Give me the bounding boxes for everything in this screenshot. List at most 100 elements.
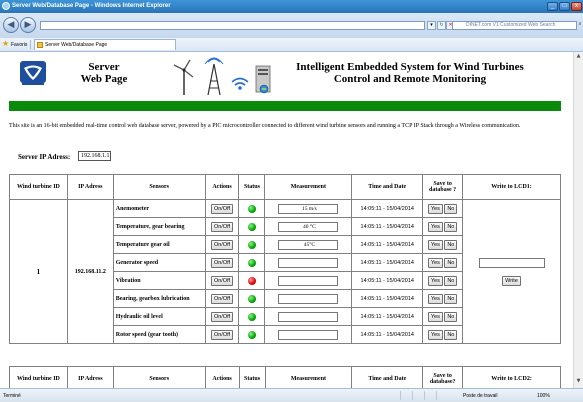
time-date: 14:05:11 - 15/04/2014 bbox=[351, 289, 424, 308]
status-indicator-icon bbox=[247, 240, 256, 249]
column-header: Actions bbox=[204, 174, 240, 200]
yes-button[interactable]: Yes bbox=[427, 293, 443, 304]
no-button[interactable]: No bbox=[444, 203, 458, 214]
column-header: Time and Date bbox=[351, 366, 424, 388]
minimize-button[interactable]: _ bbox=[547, 2, 558, 11]
maximize-button[interactable]: □ bbox=[559, 2, 570, 11]
on-off-button[interactable]: On/Off bbox=[210, 257, 234, 268]
on-off-button[interactable]: On/Off bbox=[210, 329, 234, 340]
address-toolbar: ◀ ▶ ▾ ↻ ✕ DINET.com V1 Customized Web Se… bbox=[0, 13, 583, 38]
measurement-field[interactable] bbox=[278, 329, 339, 340]
on-off-button[interactable]: On/Off bbox=[210, 221, 234, 232]
scroll-up-icon[interactable]: ▲ bbox=[575, 53, 582, 61]
measurement-field[interactable]: 45°C bbox=[278, 239, 339, 250]
internet-explorer-icon bbox=[2, 2, 10, 10]
no-button[interactable]: No bbox=[444, 329, 458, 340]
security-zone: Poste de travail bbox=[463, 393, 498, 399]
column-header: Measurement bbox=[264, 366, 353, 388]
main-title: Intelligent Embedded System for Wind Tur… bbox=[296, 61, 524, 85]
sensor-name: Generator speed bbox=[112, 253, 206, 272]
forward-arrow-icon[interactable]: ▶ bbox=[20, 17, 36, 33]
time-date: 14:05:11 - 15/04/2014 bbox=[351, 325, 424, 344]
measurement-field[interactable]: 40 °C bbox=[278, 221, 339, 232]
column-header: Write to LCD2: bbox=[462, 366, 561, 388]
browser-tab[interactable]: Server Web/Database Page bbox=[34, 39, 176, 50]
browser-tab-label: Server Web/Database Page bbox=[45, 42, 108, 48]
status-indicator-icon bbox=[247, 258, 256, 267]
page-icon bbox=[37, 42, 43, 48]
page-content: Server Web Page Intelligent Embedded Sys… bbox=[0, 52, 573, 388]
column-header: Time and Date bbox=[351, 174, 424, 200]
scroll-down-icon[interactable]: ▼ bbox=[575, 378, 582, 386]
time-date: 14:05:11 - 15/04/2014 bbox=[351, 307, 424, 326]
favorites-bar: ★ Favoris Server Web/Database Page bbox=[0, 38, 583, 52]
column-header: Save to database? bbox=[422, 366, 464, 388]
divider bbox=[30, 40, 31, 49]
close-button[interactable]: x bbox=[571, 2, 582, 11]
table-header-row: Wind turbine ID IP Adress Sensors Action… bbox=[9, 174, 561, 200]
lcd-text-input[interactable] bbox=[478, 257, 545, 268]
measurement-field[interactable]: 15 m/s bbox=[278, 203, 339, 214]
column-header: Wind turbine ID bbox=[9, 366, 68, 388]
no-button[interactable]: No bbox=[444, 257, 458, 268]
measurement-field[interactable] bbox=[278, 275, 339, 286]
status-cell bbox=[400, 391, 411, 400]
write-button[interactable]: Write bbox=[502, 275, 521, 286]
dropdown-icon[interactable]: ▾ bbox=[427, 21, 436, 30]
zoom-level[interactable]: 100% bbox=[537, 393, 550, 399]
search-icon[interactable]: ⌕ bbox=[577, 21, 583, 30]
url-input[interactable] bbox=[40, 21, 425, 30]
status-cell bbox=[412, 391, 423, 400]
measurement-field[interactable] bbox=[278, 257, 339, 268]
measurement-field[interactable] bbox=[278, 311, 339, 322]
no-button[interactable]: No bbox=[444, 239, 458, 250]
sensor-name: Anemometer bbox=[112, 199, 206, 218]
wind-turbine-table-1: Wind turbine ID IP Adress Sensors Action… bbox=[9, 174, 561, 344]
on-off-button[interactable]: On/Off bbox=[210, 311, 234, 322]
table-row: 1 192.168.11.2 Anemometer On/Off 15 m/s 14:05… bbox=[9, 199, 561, 344]
yes-button[interactable]: Yes bbox=[427, 257, 443, 268]
server-ip-field[interactable]: 192.168.1.1 bbox=[78, 151, 111, 161]
yes-button[interactable]: Yes bbox=[427, 311, 443, 322]
turbine-ip: 192.168.11.2 bbox=[66, 199, 114, 344]
measurement-field[interactable] bbox=[278, 293, 339, 304]
favorites-star-icon[interactable]: ★ bbox=[2, 40, 9, 48]
refresh-icon[interactable]: ↻ bbox=[437, 21, 446, 30]
status-indicator-icon bbox=[247, 294, 256, 303]
sensor-name: Vibration bbox=[112, 271, 206, 290]
column-header: Sensors bbox=[112, 174, 206, 200]
yes-button[interactable]: Yes bbox=[427, 275, 443, 286]
yes-button[interactable]: Yes bbox=[427, 239, 443, 250]
time-date: 14:05:11 - 15/04/2014 bbox=[351, 199, 424, 218]
server-ip-label: Server IP Adress: bbox=[18, 153, 71, 161]
on-off-button[interactable]: On/Off bbox=[210, 293, 234, 304]
on-off-button[interactable]: On/Off bbox=[210, 203, 234, 214]
on-off-button[interactable]: On/Off bbox=[210, 239, 234, 250]
site-description: This site is an 16-bit embedded real-tim… bbox=[9, 123, 521, 129]
no-button[interactable]: No bbox=[444, 221, 458, 232]
yes-button[interactable]: Yes bbox=[427, 203, 443, 214]
no-button[interactable]: No bbox=[444, 311, 458, 322]
vertical-scrollbar[interactable]: ▲ ▼ bbox=[573, 52, 583, 388]
no-button[interactable]: No bbox=[444, 293, 458, 304]
column-header: Wind turbine ID bbox=[9, 174, 68, 200]
sensor-name: Temperature, gear bearing bbox=[112, 217, 206, 236]
time-date: 14:05:11 - 15/04/2014 bbox=[351, 271, 424, 290]
sensor-name: Rotor speed (gear tooth) bbox=[112, 325, 206, 344]
on-off-button[interactable]: On/Off bbox=[210, 275, 234, 286]
status-text: Terminé bbox=[3, 393, 21, 399]
university-logo-icon bbox=[20, 61, 46, 85]
favorites-label[interactable]: Favoris bbox=[11, 42, 27, 48]
column-header: Measurement bbox=[264, 174, 353, 200]
status-indicator-icon bbox=[247, 222, 256, 231]
antenna-tower-icon bbox=[204, 57, 224, 96]
wifi-icon bbox=[231, 77, 249, 90]
server-page-title: Server Web Page bbox=[80, 61, 128, 85]
yes-button[interactable]: Yes bbox=[427, 221, 443, 232]
yes-button[interactable]: Yes bbox=[427, 329, 443, 340]
search-input[interactable]: DINET.com V1 Customized Web Search bbox=[452, 21, 577, 30]
wind-turbine-icon bbox=[173, 59, 194, 95]
no-button[interactable]: No bbox=[444, 275, 458, 286]
back-arrow-icon[interactable]: ◀ bbox=[3, 17, 19, 33]
time-date: 14:05:11 - 15/04/2014 bbox=[351, 253, 424, 272]
